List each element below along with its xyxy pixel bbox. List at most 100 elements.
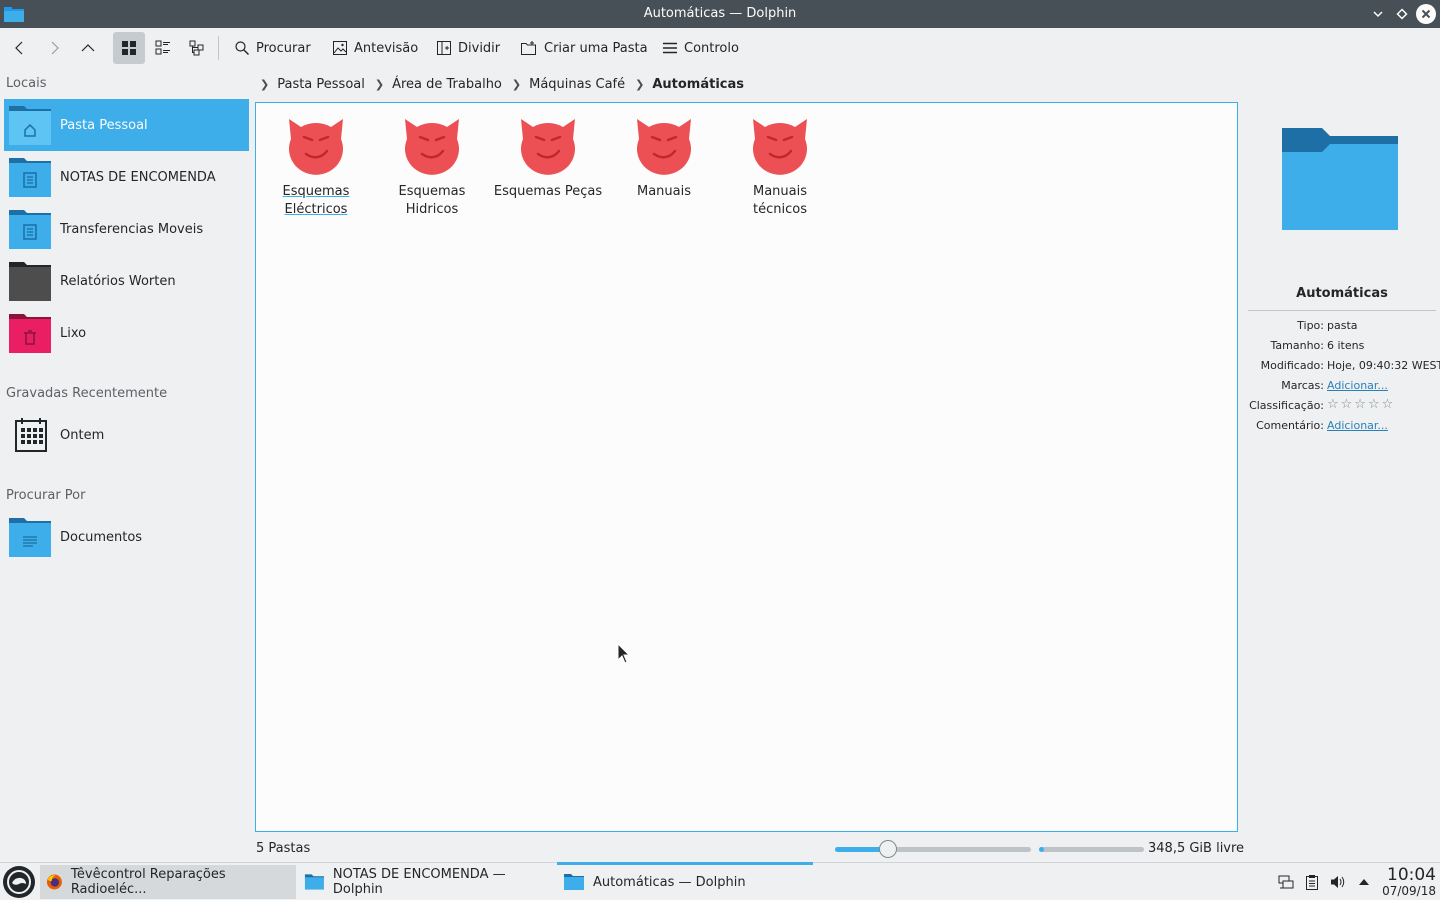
search-button[interactable]: Procurar [228,32,317,64]
clipboard-icon [1306,875,1318,890]
new-folder-icon [521,41,536,55]
search-button-label: Procurar [256,40,311,56]
chevron-right-icon[interactable]: ❯ [375,78,384,91]
add-tags-link[interactable]: Adicionar... [1327,379,1388,392]
folder-name: Esquemas Peças [493,184,603,199]
maximize-button[interactable] [1392,4,1412,24]
tray-expand-button[interactable] [1355,873,1373,891]
item-count: 5 Pastas [256,841,311,856]
sidebar-item-relatorios-worten[interactable]: Relatórios Worten [4,255,249,307]
breadcrumb-label: Automáticas [652,76,745,92]
application-launcher[interactable] [0,863,38,900]
add-comment-link[interactable]: Adicionar... [1327,419,1388,432]
breadcrumb-item[interactable]: Pasta Pessoal ❯ [277,77,392,92]
details-view-button[interactable] [181,32,213,64]
sidebar-item-home[interactable]: Pasta Pessoal [4,99,249,151]
task-firefox[interactable]: Têvêcontrol Reparações Radioeléc... [40,865,296,899]
main-toolbar: Procurar Antevisão Dividir Criar uma Pas… [0,28,1440,68]
icons-view-icon [122,41,136,55]
sidebar-item-label: Documentos [60,529,143,545]
free-space-label: 348,5 GiB livre [1148,841,1245,856]
info-key: Modificado: [1260,359,1324,372]
dolphin-icon [304,874,324,890]
minimize-button[interactable] [1368,4,1388,24]
clipboard-tray-icon[interactable] [1303,873,1321,891]
folder-item[interactable]: Esquemas Eléctricos [261,115,371,219]
task-label: NOTAS DE ENCOMENDA — Dolphin [332,867,506,897]
devil-folder-icon [637,119,691,175]
clock-time: 10:04 [1387,865,1436,885]
places-section-title: Locais [6,76,47,91]
folder-item[interactable]: Manuais técnicos [725,115,835,219]
search-section-title: Procurar Por [6,488,86,503]
taskbar: Têvêcontrol Reparações Radioeléc... NOTA… [0,862,1440,900]
mouse-pointer-icon [617,643,631,664]
sidebar-item-label: Ontem [60,427,105,443]
dolphin-icon [564,874,584,890]
compact-view-button[interactable] [147,32,179,64]
breadcrumb: ❯ Pasta Pessoal ❯ Área de Trabalho ❯ Máqui… [256,72,744,96]
image-icon [333,41,347,55]
close-button[interactable] [1416,4,1436,24]
task-label: Têvêcontrol Reparações Radioeléc... [70,867,226,897]
icons-view-button[interactable] [113,32,145,64]
speaker-icon [1331,876,1345,888]
preview-button-label: Antevisão [354,40,419,56]
breadcrumb-label: Área de Trabalho [392,76,502,92]
breadcrumb-current[interactable]: Automáticas [652,77,744,92]
folder-icon [1282,128,1398,230]
chevron-right-icon[interactable]: ❯ [512,78,521,91]
info-value: pasta [1327,319,1358,332]
up-button[interactable] [72,32,104,64]
sidebar-item-documents[interactable]: Documentos [4,511,249,563]
sidebar-item-trash[interactable]: Lixo [4,307,249,359]
network-icon [1278,875,1294,889]
breadcrumb-root-chevron[interactable]: ❯ [256,78,277,91]
volume-tray-icon[interactable] [1329,873,1347,891]
sidebar-item-label: NOTAS DE ENCOMENDA [60,169,216,185]
task-dolphin-automaticas[interactable]: Automáticas — Dolphin [557,862,813,899]
info-value: 6 itens [1327,339,1365,352]
info-key: Classificação: [1249,399,1324,412]
sidebar-item-label: Transferencias Moveis [60,221,204,237]
free-space-bar [1039,847,1144,852]
window-titlebar[interactable]: Automáticas — Dolphin [0,0,1440,28]
arrow-up-icon [81,44,95,52]
arrow-left-icon [15,41,23,55]
free-space-bar-fill [1039,847,1045,852]
file-view[interactable]: Esquemas Eléctricos Esquemas Hidricos Es… [255,102,1238,832]
network-tray-icon[interactable] [1277,873,1295,891]
preview-button[interactable]: Antevisão [326,32,424,64]
split-button-label: Dividir [458,40,501,56]
task-dolphin-notas[interactable]: NOTAS DE ENCOMENDA — Dolphin [298,865,554,899]
recent-section-title: Gravadas Recentemente [6,386,168,401]
info-divider [1248,310,1436,311]
control-menu-button[interactable]: Controlo [656,32,745,64]
devil-folder-icon [289,119,343,175]
breadcrumb-item[interactable]: Área de Trabalho ❯ [392,77,529,92]
rating-stars[interactable]: ☆☆☆☆☆ [1327,397,1395,412]
places-panel: Locais Pasta Pessoal NOTAS DE ENCOMENDA … [0,68,250,862]
info-row-size: Tamanho: 6 itens [1244,339,1440,357]
sidebar-item-yesterday[interactable]: Ontem [4,409,249,461]
folder-item[interactable]: Manuais [609,115,719,201]
chevron-down-icon [1373,11,1383,18]
sidebar-item-transferencias-moveis[interactable]: Transferencias Moveis [4,203,249,255]
window-title: Automáticas — Dolphin [643,6,797,21]
back-button[interactable] [4,32,36,64]
new-folder-button[interactable]: Criar uma Pasta [514,32,654,64]
zoom-slider-handle[interactable] [878,840,897,858]
folder-item[interactable]: Esquemas Hidricos [377,115,487,219]
split-button[interactable]: Dividir [430,32,506,64]
zoom-slider[interactable] [835,840,1031,858]
control-menu-label: Controlo [684,40,739,56]
sidebar-item-notas-de-encomenda[interactable]: NOTAS DE ENCOMENDA [4,151,249,203]
folder-item[interactable]: Esquemas Peças [493,115,603,201]
status-bar: 5 Pastas 348,5 GiB livre [250,836,1440,862]
forward-button[interactable] [38,32,70,64]
info-key: Marcas: [1281,379,1324,392]
breadcrumb-item[interactable]: Máquinas Café ❯ [529,77,652,92]
chevron-right-icon[interactable]: ❯ [635,78,644,91]
breadcrumb-label: Pasta Pessoal [277,76,365,92]
digital-clock[interactable]: 10:04 07/09/18 [1382,865,1436,899]
